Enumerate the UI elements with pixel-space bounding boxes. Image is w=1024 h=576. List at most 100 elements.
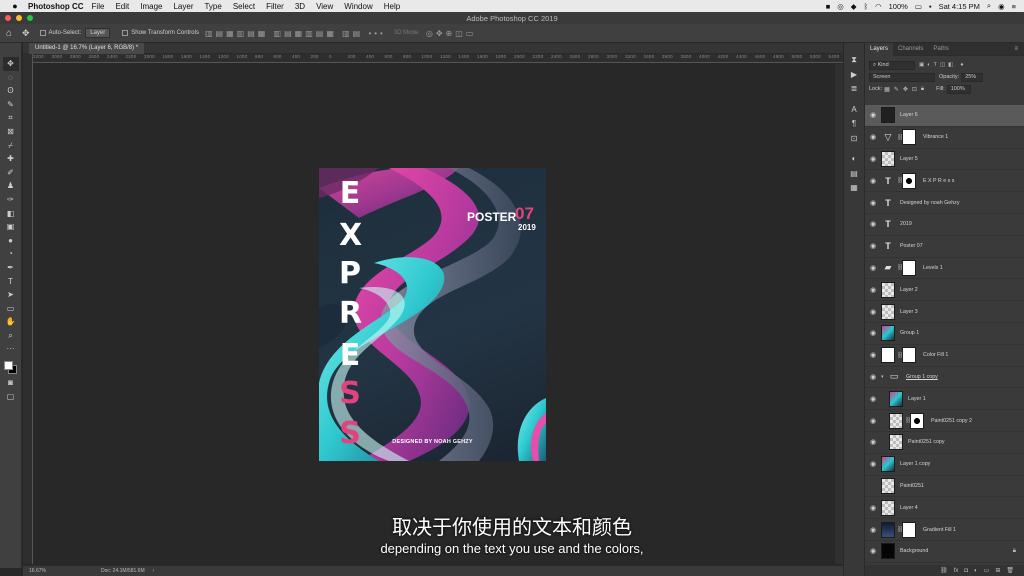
bluetooth-icon[interactable]: ᛒ [864, 2, 869, 11]
visibility-eye-icon[interactable]: ◉ [865, 547, 881, 555]
layer-name[interactable]: Layer 1 copy [900, 461, 930, 467]
lock-position-icon[interactable]: ✥ [903, 86, 908, 93]
visibility-eye-icon[interactable]: ◉ [865, 199, 881, 207]
show-transform-checkbox[interactable] [122, 30, 129, 36]
hand-tool-icon[interactable]: ✋ [3, 315, 19, 329]
visibility-eye-icon[interactable]: ◉ [865, 177, 881, 185]
layer-name[interactable]: Color Fill 1 [923, 352, 948, 358]
visibility-eye-icon[interactable]: ◉ [865, 155, 881, 163]
layer-name[interactable]: Paint0251 [900, 483, 924, 489]
horizontal-ruler[interactable]: 3200 3000 2800 2600 2400 2200 2000 1800 1600 1400… [33, 54, 843, 63]
clone-stamp-tool-icon[interactable]: ♟ [3, 179, 19, 193]
visibility-eye-icon[interactable]: ◉ [865, 395, 881, 403]
link-layers-icon[interactable]: ⛓ [940, 567, 948, 574]
new-layer-icon[interactable]: ⊞ [995, 567, 1000, 574]
tab-paths[interactable]: Paths [928, 43, 953, 56]
layer-row[interactable]: ◉ T Designed by noah Gehzy [865, 192, 1024, 214]
brush-tool-icon[interactable]: ✐ [3, 166, 19, 180]
visibility-eye-icon[interactable]: ◉ [865, 133, 881, 141]
notification-icon[interactable]: ≡ [1012, 2, 1016, 11]
visibility-eye-icon[interactable]: ◉ [865, 351, 881, 359]
layer-name[interactable]: Paint0251 copy 2 [931, 418, 972, 424]
layer-row[interactable]: ◉ Layer 1 copy [865, 454, 1024, 476]
layer-row[interactable]: ◉ Layer 2 [865, 279, 1024, 302]
path-selection-tool-icon[interactable]: ➤ [3, 288, 19, 302]
menu-window[interactable]: Window [344, 2, 372, 11]
document-size[interactable]: Doc: 24.1M/581.6M [101, 568, 145, 574]
layer-name[interactable]: Layer 5 [900, 156, 918, 162]
tab-layers[interactable]: Layers [865, 42, 894, 56]
layer-row[interactable]: ◉ Group 1 [865, 323, 1024, 345]
visibility-eye-icon[interactable]: ◉ [865, 460, 881, 468]
more-tools-icon[interactable]: ··· [3, 342, 19, 356]
eraser-tool-icon[interactable]: ◧ [3, 207, 19, 221]
menu-view[interactable]: View [316, 2, 333, 11]
move-tool-icon[interactable]: ✥ [2, 57, 19, 71]
layer-name[interactable]: Background [900, 548, 928, 554]
color-swatches[interactable] [3, 360, 19, 376]
lock-paint-icon[interactable]: ✎ [894, 86, 899, 93]
tab-channels[interactable]: Channels [893, 43, 928, 56]
layer-row[interactable]: ◉ Layer 6 [865, 105, 1024, 127]
history-brush-tool-icon[interactable]: ✑ [3, 193, 19, 207]
add-mask-icon[interactable]: ◘ [964, 568, 968, 574]
layer-row[interactable]: ◉ T ⛓ E X P R e s s [865, 170, 1024, 193]
visibility-eye-icon[interactable]: ◉ [865, 111, 881, 119]
layer-row[interactable]: ◉ Layer 5 [865, 149, 1024, 171]
layer-mask-thumbnail[interactable] [902, 347, 916, 364]
layer-row[interactable]: ◉ Layer 1 [865, 388, 1024, 411]
layer-row[interactable]: ◉ T 2019 [865, 214, 1024, 236]
adjustment-layer-icon[interactable]: ◐ [974, 568, 978, 574]
properties-panel-icon[interactable]: ≣ [846, 82, 862, 97]
creative-cloud-icon[interactable]: ◎ [837, 2, 844, 11]
layer-name[interactable]: Layer 1 [908, 396, 926, 402]
layer-name[interactable]: Poster 07 [900, 243, 923, 249]
crop-tool-icon[interactable]: ⌗ [3, 111, 19, 125]
visibility-eye-icon[interactable]: ◉ [865, 417, 881, 425]
visibility-eye-icon[interactable]: ◉ [865, 242, 881, 250]
zoom-level[interactable]: 16.67% [29, 568, 71, 574]
layer-name[interactable]: Vibrance 1 [923, 134, 948, 140]
new-group-icon[interactable]: ▭ [984, 567, 990, 574]
layer-name[interactable]: Group 1 copy [906, 374, 938, 380]
vertical-scrollbar[interactable] [835, 64, 843, 564]
lock-all-icon[interactable]: 🔒︎ [921, 86, 924, 93]
flag-icon[interactable]: ▪ [929, 2, 932, 11]
visibility-eye-icon[interactable]: ◉ [865, 504, 881, 512]
screen-mode-icon[interactable]: ▢ [3, 390, 19, 404]
apple-icon[interactable]: ● [8, 1, 22, 11]
visibility-eye-icon[interactable]: ◉ [865, 373, 881, 381]
layer-name[interactable]: Levels 1 [923, 265, 943, 271]
visibility-eye-icon[interactable]: ◉ [865, 526, 881, 534]
clock[interactable]: Sat 4:15 PM [939, 2, 980, 11]
type-tool-icon[interactable]: T [3, 275, 19, 289]
menu-help[interactable]: Help [384, 2, 400, 11]
vertical-ruler[interactable] [23, 54, 33, 564]
wifi-icon[interactable]: ◠ [875, 2, 882, 11]
healing-brush-tool-icon[interactable]: ✚ [3, 152, 19, 166]
document-tab[interactable]: Untitled-1 @ 16.7% (Layer 6, RGB/8) * [29, 43, 145, 54]
3d-mode-buttons-icon[interactable]: ◎✥⊕◫▭ [426, 29, 477, 38]
layer-row[interactable]: ◉ ⛓ Color Fill 1 [865, 345, 1024, 367]
dodge-tool-icon[interactable]: ◔ [3, 247, 19, 261]
filter-type-icons[interactable]: ▣◐T◫◧ [919, 62, 956, 68]
layer-row[interactable]: ◉ ▰ ⛓ Levels 1 [865, 258, 1024, 280]
layer-name[interactable]: Layer 2 [900, 287, 918, 293]
quick-mask-icon[interactable]: ◙ [3, 376, 19, 390]
layer-style-icon[interactable]: fx [954, 568, 959, 574]
battery-text[interactable]: 100% [889, 2, 908, 11]
delete-layer-icon[interactable]: 🗑︎ [1006, 567, 1014, 574]
character-panel-icon[interactable]: A [846, 103, 862, 118]
fill-input[interactable]: 100% [946, 84, 971, 94]
visibility-eye-icon[interactable]: ◉ [865, 308, 881, 316]
rectangle-tool-icon[interactable]: ▭ [3, 302, 19, 316]
battery-icon[interactable]: ▭ [915, 2, 922, 11]
layer-name[interactable]: Layer 3 [900, 309, 918, 315]
layer-row[interactable]: ◉ Paint0251 copy [865, 432, 1024, 454]
menu-type[interactable]: Type [204, 2, 221, 11]
screen-record-icon[interactable]: ■ [826, 2, 831, 11]
home-icon[interactable]: ⌂ [0, 28, 18, 39]
status-menu-arrow-icon[interactable]: › [153, 568, 155, 574]
layer-row[interactable]: ◉ ▽ ⛓ Vibrance 1 [865, 127, 1024, 149]
layer-name[interactable]: Group 1 [900, 330, 919, 336]
